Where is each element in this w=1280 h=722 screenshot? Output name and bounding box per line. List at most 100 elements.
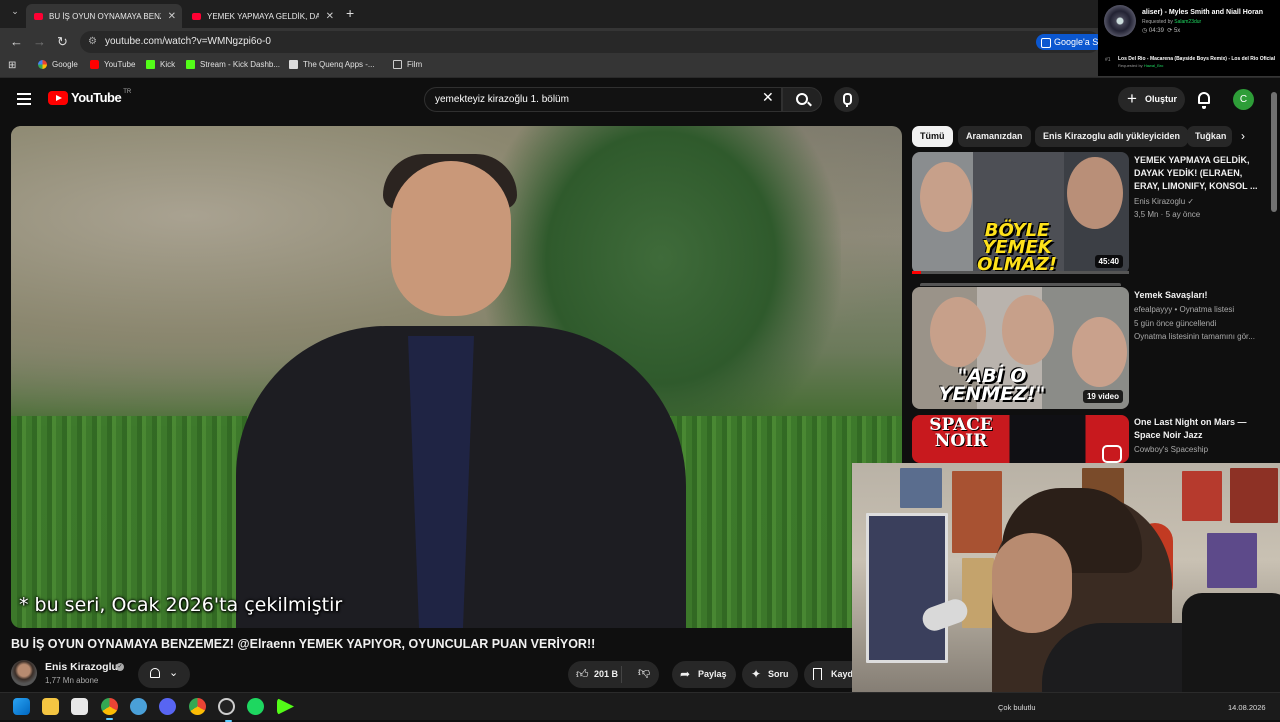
- bookmark-google[interactable]: Google: [38, 60, 78, 69]
- subscriber-count: 1,77 Mn abone: [45, 676, 99, 685]
- now-playing-title: aliser) - Myles Smith and Niall Horan: [1142, 9, 1263, 16]
- sparkle-icon: ✦: [751, 667, 762, 681]
- system-date[interactable]: 14.08.2026: [1228, 703, 1266, 712]
- bookmark-icon: [813, 668, 822, 680]
- bell-icon: [150, 668, 160, 678]
- playlist-title[interactable]: Yemek Savaşları!: [1134, 289, 1258, 302]
- file-explorer-icon[interactable]: [42, 698, 59, 715]
- wall-poster: [900, 468, 942, 508]
- kick-icon: [186, 60, 195, 69]
- verified-icon: ✓: [116, 663, 124, 671]
- app-icon[interactable]: [130, 698, 147, 715]
- chip-from-search[interactable]: Aramanızdan: [958, 126, 1031, 147]
- thumbnail-text: "ABİ O YENMEZ!": [938, 365, 1046, 406]
- ask-button[interactable]: ✦ Soru: [742, 661, 798, 688]
- kick-app-icon[interactable]: [277, 698, 294, 715]
- bookmark-quenq-apps[interactable]: The Quenq Apps -...: [289, 60, 375, 69]
- channel-avatar[interactable]: [11, 660, 37, 686]
- wall-poster: [952, 471, 1002, 553]
- youtube-logo[interactable]: YouTube TR: [48, 88, 132, 105]
- discord-icon[interactable]: [159, 698, 176, 715]
- youtube-favicon-icon: [192, 12, 201, 20]
- apps-grid-icon[interactable]: ⊞: [8, 60, 16, 71]
- thumb-face: [930, 297, 986, 367]
- weather-status[interactable]: Çok bulutlu: [998, 703, 1036, 712]
- streamer-webcam: [852, 463, 1280, 706]
- tab-search-icon[interactable]: ⌄: [8, 6, 22, 20]
- thumbnail-text: SPACE NOIR: [929, 415, 993, 452]
- playlist-channel[interactable]: efealpayyy • Oynatma listesi: [1134, 303, 1234, 316]
- playlist-thumbnail[interactable]: "ABİ O YENMEZ!" 19 video: [912, 287, 1129, 409]
- bookmark-kick[interactable]: Kick: [146, 60, 175, 69]
- country-code: TR: [123, 88, 132, 95]
- new-tab-button[interactable]: +: [346, 5, 354, 21]
- chevron-right-icon[interactable]: ›: [1232, 126, 1254, 147]
- requested-by: Requested by Salam23dur: [1142, 19, 1202, 25]
- clear-search-icon[interactable]: ✕: [762, 89, 774, 106]
- obs-icon[interactable]: [218, 698, 235, 722]
- playlist-updated: 5 gün önce güncellendi: [1134, 319, 1217, 328]
- create-button[interactable]: Oluştur: [1118, 86, 1185, 112]
- apps-icon: [289, 60, 298, 69]
- reload-icon[interactable]: ↻: [57, 34, 68, 50]
- close-tab-icon[interactable]: ✕: [168, 11, 176, 22]
- browser-tab[interactable]: YEMEK YAPMAYA GELDİK, DAYAK YEDİK! ✕: [184, 4, 340, 28]
- search-input[interactable]: yemekteyiz kirazoğlu 1. bölüm: [424, 87, 782, 112]
- search-icon[interactable]: [782, 87, 822, 112]
- playback-info: ◷ 04:39 ⟳ 5x: [1142, 28, 1181, 34]
- queue-number: #1: [1105, 57, 1111, 63]
- menu-icon[interactable]: [17, 93, 31, 105]
- chip-all[interactable]: Tümü: [912, 126, 953, 147]
- wall-poster: [1182, 471, 1222, 521]
- back-icon[interactable]: ←: [10, 34, 23, 49]
- windows-start-icon[interactable]: [13, 698, 30, 715]
- kick-icon: [146, 60, 155, 69]
- browser-tab-active[interactable]: BU İŞ OYUN OYNAMAYA BENZEMEZ! ✕: [26, 4, 182, 28]
- forward-icon[interactable]: →: [33, 34, 46, 49]
- address-bar[interactable]: ⚙ youtube.com/watch?v=WMNgzpi6o-0: [80, 31, 1100, 53]
- verified-icon: ✓: [1187, 197, 1195, 206]
- chip-tugkan[interactable]: Tuğkan: [1187, 126, 1232, 147]
- folder-icon: [393, 60, 402, 69]
- share-button[interactable]: ➦ Paylaş: [672, 661, 736, 688]
- youtube-play-icon: [48, 90, 68, 105]
- chrome-profile-icon[interactable]: [189, 698, 206, 715]
- thumb-face: [1002, 295, 1054, 365]
- recommendation-title[interactable]: YEMEK YAPMAYA GELDİK, DAYAK YEDİK! (ELRA…: [1134, 154, 1258, 193]
- wall-poster: [962, 558, 994, 628]
- song-request-overlay: aliser) - Myles Smith and Niall Horan Re…: [1098, 0, 1280, 76]
- chip-from-uploader[interactable]: Enis Kirazoglu adlı yükleyiciden: [1035, 126, 1189, 147]
- recommendation-thumbnail[interactable]: BÖYLE YEMEK OLMAZ! 45:40: [912, 152, 1129, 274]
- site-info-icon[interactable]: ⚙: [88, 31, 97, 53]
- bookmarks-bar: ⊞ Google YouTube Kick Stream - Kick Dash…: [0, 56, 1280, 78]
- thumb-face: [1072, 317, 1127, 387]
- spotify-icon[interactable]: [247, 698, 264, 715]
- view-full-playlist-link[interactable]: Oynatma listesinin tamamını gör...: [1134, 330, 1255, 343]
- recommendation-channel[interactable]: Enis Kirazoglu ✓: [1134, 195, 1194, 208]
- chrome-icon[interactable]: [101, 698, 118, 720]
- wall-poster: [866, 513, 948, 663]
- channel-name[interactable]: Enis Kirazoglu: [45, 661, 118, 673]
- voice-search-icon[interactable]: [834, 87, 859, 112]
- bookmark-folder-film[interactable]: Film: [393, 60, 422, 69]
- store-icon[interactable]: [71, 698, 88, 715]
- dislike-icon[interactable]: 👎︎: [638, 665, 650, 680]
- close-tab-icon[interactable]: ✕: [326, 11, 334, 22]
- google-lens-button[interactable]: Google'a S: [1036, 34, 1105, 50]
- like-count: 201 B: [594, 669, 619, 679]
- notifications-bell-icon[interactable]: [1198, 92, 1210, 109]
- page-scrollbar[interactable]: [1271, 92, 1277, 212]
- account-avatar[interactable]: C: [1233, 89, 1254, 110]
- browser-tab-strip: ⌄ BU İŞ OYUN OYNAMAYA BENZEMEZ! ✕ YEMEK …: [0, 0, 1280, 28]
- video-player[interactable]: * bu seri, Ocak 2026'ta çekilmiştir: [11, 126, 902, 628]
- url-text: youtube.com/watch?v=WMNgzpi6o-0: [105, 36, 271, 47]
- wall-poster: [1207, 533, 1257, 588]
- recommendation-title[interactable]: One Last Night on Mars — Space Noir Jazz: [1134, 416, 1258, 442]
- recommendation-channel[interactable]: Cowboy's Spaceship: [1134, 443, 1208, 456]
- chair: [1182, 593, 1280, 706]
- recommendation-thumbnail[interactable]: SPACE NOIR: [912, 415, 1129, 463]
- bookmark-youtube[interactable]: YouTube: [90, 60, 135, 69]
- subscription-notifications-button[interactable]: ⌄: [138, 661, 190, 688]
- bookmark-kick-dashboard[interactable]: Stream - Kick Dashb...: [186, 60, 280, 69]
- like-divider: [621, 666, 622, 683]
